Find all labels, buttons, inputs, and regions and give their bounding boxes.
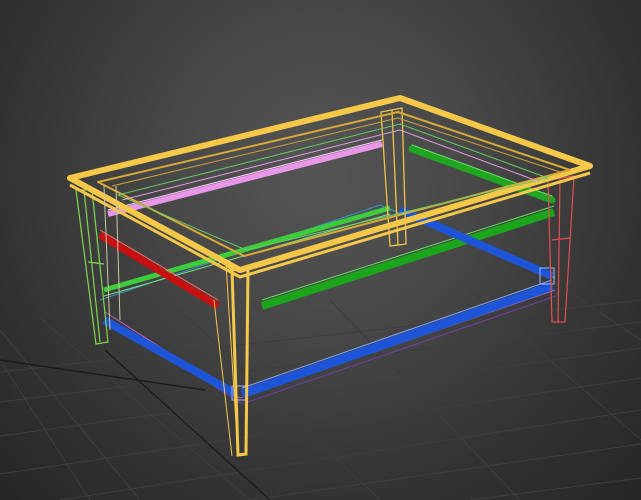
ground-grid — [0, 285, 641, 500]
back-left-leg — [75, 189, 109, 345]
green-rails — [103, 205, 556, 310]
grid-origin-axes — [0, 349, 271, 500]
viewport-canvas[interactable] — [0, 0, 641, 500]
3d-viewport[interactable] — [0, 0, 641, 500]
